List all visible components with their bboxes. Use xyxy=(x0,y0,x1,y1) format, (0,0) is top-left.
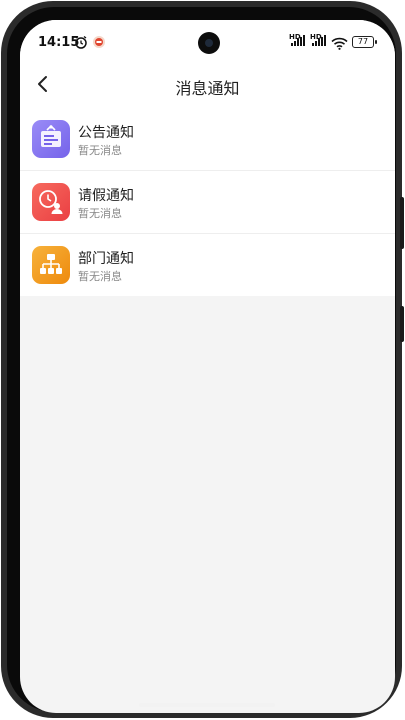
clock-person-icon xyxy=(32,183,70,221)
nav-bar: 消息通知 xyxy=(20,62,395,108)
list-item-department[interactable]: 部门通知 暂无消息 xyxy=(20,233,395,296)
power-button xyxy=(400,306,404,342)
list-item-announcement[interactable]: 公告通知 暂无消息 xyxy=(20,108,395,170)
announcement-board-icon xyxy=(32,120,70,158)
phone-frame: 14:15 HD HD 77 消息通知 公告通知 暂无消息 请假通知 暂无消息 … xyxy=(1,1,404,718)
item-subtitle: 暂无消息 xyxy=(78,207,122,220)
battery-icon: 77 xyxy=(352,36,377,48)
page-title: 消息通知 xyxy=(175,79,240,98)
item-subtitle: 暂无消息 xyxy=(78,270,122,283)
app-notification-icon xyxy=(92,34,106,53)
status-bar: 14:15 HD HD 77 xyxy=(20,20,395,62)
list-item-leave[interactable]: 请假通知 暂无消息 xyxy=(20,170,395,233)
home-indicator[interactable] xyxy=(139,703,275,707)
screen: 14:15 HD HD 77 消息通知 公告通知 暂无消息 请假通知 暂无消息 … xyxy=(20,20,395,713)
signal-icon-2 xyxy=(312,35,327,46)
notification-list: 公告通知 暂无消息 请假通知 暂无消息 部门通知 暂无消息 xyxy=(20,108,395,296)
alarm-icon xyxy=(74,34,88,53)
front-camera xyxy=(198,32,220,54)
volume-button xyxy=(400,197,404,249)
item-title: 请假通知 xyxy=(78,188,134,204)
signal-icon xyxy=(291,35,306,46)
item-title: 公告通知 xyxy=(78,125,134,141)
org-chart-icon xyxy=(32,246,70,284)
wifi-icon xyxy=(331,35,348,54)
item-subtitle: 暂无消息 xyxy=(78,144,122,157)
item-title: 部门通知 xyxy=(78,251,134,267)
phone-bezel: 14:15 HD HD 77 消息通知 公告通知 暂无消息 请假通知 暂无消息 … xyxy=(7,7,396,713)
